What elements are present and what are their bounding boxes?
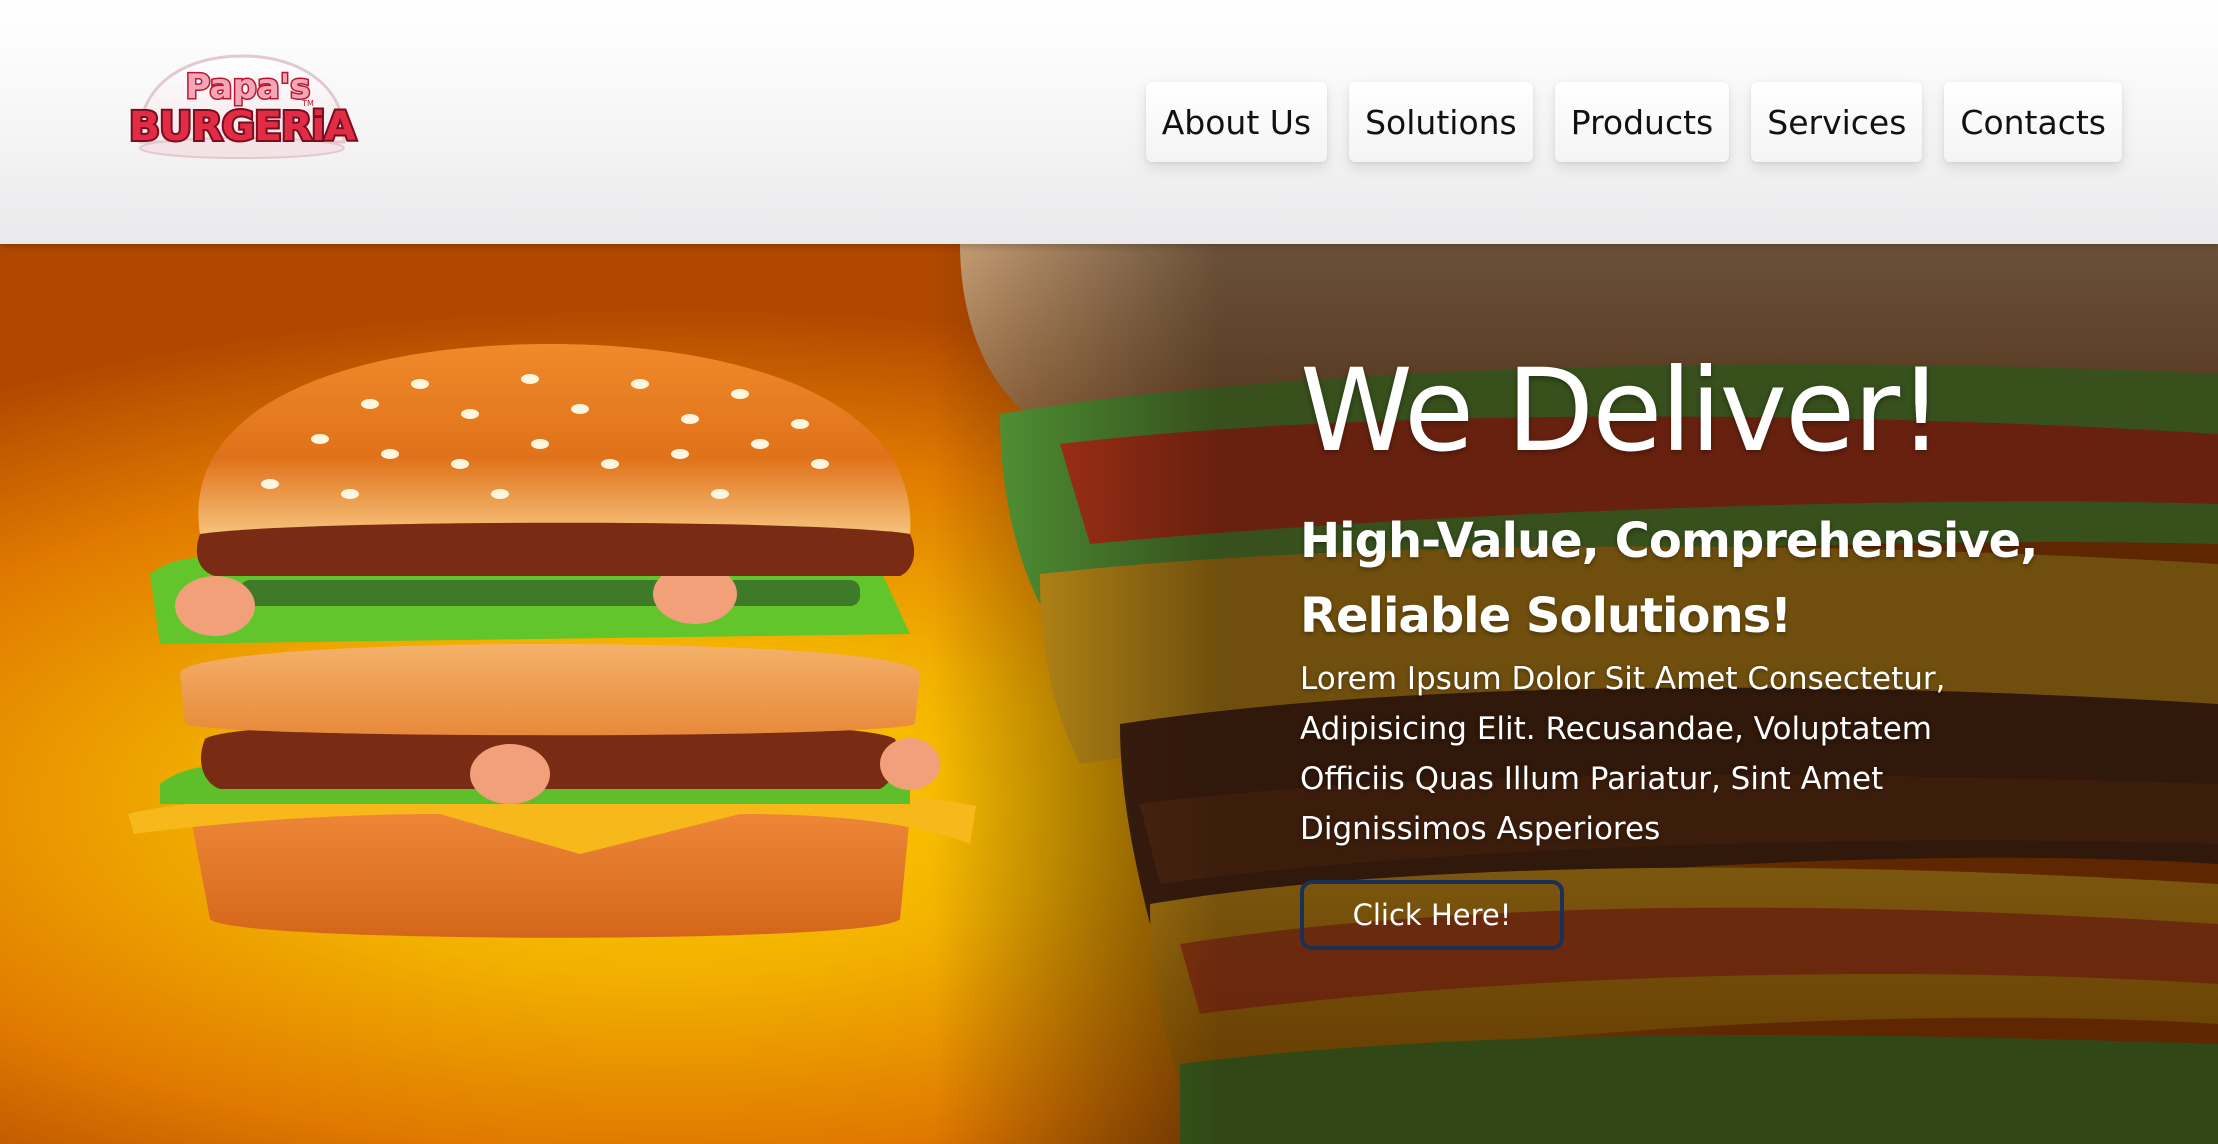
papas-burgeria-logo[interactable]: Papa's BURGERiA TM <box>122 48 362 164</box>
hero-description-line-1: Lorem Ipsum Dolor Sit Amet Consectetur, <box>1300 661 1946 697</box>
logo-trademark: TM <box>301 99 314 108</box>
burger-image <box>120 344 980 964</box>
hero-title: We Deliver! <box>1300 344 1944 477</box>
nav-products[interactable]: Products <box>1554 82 1730 162</box>
main-nav: About Us Solutions Products Services Con… <box>1145 82 2122 162</box>
nav-services[interactable]: Services <box>1751 82 1923 162</box>
nav-contacts[interactable]: Contacts <box>1944 82 2122 162</box>
hero-content: We Deliver! High-Value, Comprehensive, R… <box>1300 354 2120 950</box>
nav-about-us[interactable]: About Us <box>1145 82 1328 162</box>
logo-graphic: Papa's BURGERiA TM <box>127 54 359 159</box>
hero-subtitle-line-2: Reliable Solutions! <box>1300 588 1792 644</box>
logo-text-top: Papa's <box>186 67 311 107</box>
hero-description-line-3: Officiis Quas Illum Pariatur, Sint Amet <box>1300 761 1884 797</box>
nav-solutions[interactable]: Solutions <box>1349 82 1533 162</box>
hero-description-line-4: Dignissimos Asperiores <box>1300 811 1661 847</box>
click-here-button[interactable]: Click Here! <box>1300 880 1564 950</box>
hero-subtitle: High-Value, Comprehensive, Reliable Solu… <box>1300 504 2120 654</box>
site-header: Papa's BURGERiA TM About Us Solutions Pr… <box>0 0 2218 244</box>
logo-text-bottom: BURGERiA <box>129 104 356 150</box>
hero-section: We Deliver! High-Value, Comprehensive, R… <box>0 244 2218 1144</box>
hero-description-line-2: Adipisicing Elit. Recusandae, Voluptatem <box>1300 711 1932 747</box>
hero-description: Lorem Ipsum Dolor Sit Amet Consectetur, … <box>1300 654 2020 854</box>
hero-subtitle-line-1: High-Value, Comprehensive, <box>1300 513 2038 569</box>
